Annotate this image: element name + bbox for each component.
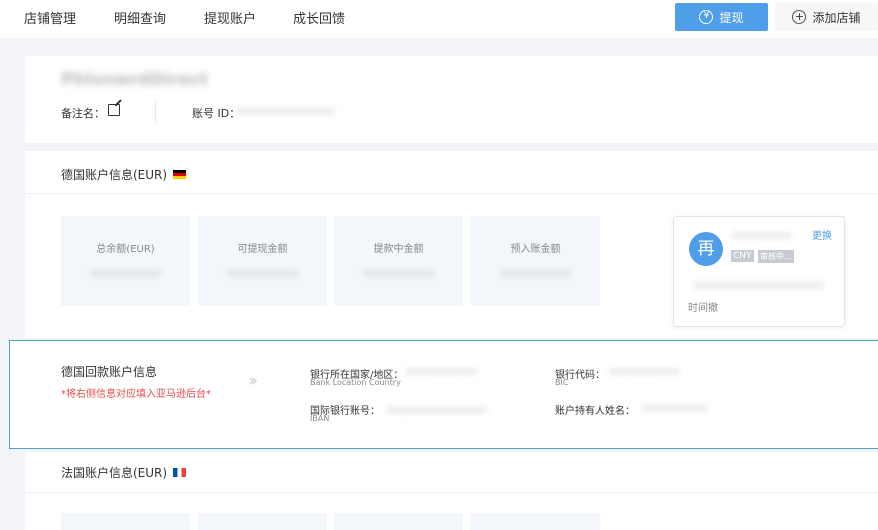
plus-circle-icon: + — [792, 10, 807, 24]
add-store-button[interactable]: + 添加店铺 — [775, 3, 878, 31]
top-nav: 店铺管理 明细查询 提现账户 成长回馈 ¥ 提现 + 添加店铺 — [0, 0, 878, 38]
stat-label: 预入账金额 — [510, 244, 561, 255]
remark-label: 备注名： — [61, 107, 105, 120]
germany-title-text: 德国账户信息(EUR) — [61, 168, 168, 182]
bank-country-sublabel: Bank Location Country — [310, 378, 401, 387]
france-stat-box — [334, 513, 463, 530]
collection-note: *将右侧信息对应填入亚马逊后台* — [61, 389, 211, 400]
withdraw-account-card: 再 更换 xxxxxxxxxx CNY 审核中... xxxxxxxxxxxxx… — [673, 216, 845, 327]
france-flag-icon — [173, 468, 187, 477]
france-stat-box — [198, 513, 327, 530]
stat-label: 提款中金额 — [373, 244, 424, 255]
germany-account-panel: 德国账户信息(EUR) 总余额(EUR) xxxxxxxxxxxx 可提现金额 … — [25, 151, 878, 338]
stat-label: 可提现金额 — [237, 244, 288, 255]
withdraw-button-label: 提现 — [719, 10, 744, 25]
france-title-text: 法国账户信息(EUR) — [61, 466, 168, 480]
bank-country-value: xxxxxxxxxxxx — [406, 366, 478, 377]
store-info-panel: PhlsnwrdDirect 备注名： 账号 ID： xxxxxxxxxxxxx… — [25, 56, 878, 143]
double-chevron-right-icon: ›› — [248, 371, 258, 391]
account-holder-value: xxxxxxxxxxx — [642, 403, 708, 414]
stat-pre-credit: 预入账金额 xxxxxxxxxxxx — [471, 216, 600, 306]
currency-badge: CNY — [731, 250, 754, 262]
collection-account-panel: 德国回款账户信息 *将右侧信息对应填入亚马逊后台* ›› 银行所在国家/地区： … — [9, 340, 878, 449]
stat-value: xxxxxxxxxxxx — [89, 268, 161, 279]
account-holder-label: 账户持有人姓名： — [555, 406, 635, 417]
iban-sublabel: IBAN — [310, 414, 330, 423]
stat-value: xxxxxxxxxxxx — [362, 268, 434, 279]
france-stat-box — [471, 513, 600, 530]
bic-sublabel: BIC — [555, 378, 569, 387]
nav-growth-rewards[interactable]: 成长回馈 — [293, 8, 345, 27]
card-time-label: 时间撤 — [688, 303, 718, 314]
stat-value: xxxxxxxxxxxx — [226, 268, 298, 279]
stat-label: 总余额(EUR) — [96, 244, 155, 255]
edit-icon[interactable] — [108, 104, 120, 116]
card-account-number: xxxxxxxxxxxxxxxxxxxxxx — [694, 280, 825, 291]
account-id-value: xxxxxxxxxxxxxxx — [237, 104, 335, 117]
change-account-link[interactable]: 更换 — [812, 227, 832, 242]
store-name: PhlsnwrdDirect — [61, 70, 208, 90]
bic-value: xxxxxxxxxxxx — [609, 366, 681, 377]
germany-flag-icon — [173, 170, 187, 179]
stat-value: xxxxxxxxxxxx — [499, 268, 571, 279]
account-id-label: 账号 ID： — [192, 107, 241, 120]
collection-title: 德国回款账户信息 — [61, 365, 158, 379]
card-holder-name: xxxxxxxxxx — [732, 230, 792, 241]
avatar: 再 — [689, 232, 723, 266]
stat-total-balance: 总余额(EUR) xxxxxxxxxxxx — [61, 216, 190, 306]
iban-value: xxxxxxxxxxxxxxxxx — [386, 405, 487, 416]
withdraw-button[interactable]: ¥ 提现 — [675, 3, 768, 31]
stat-withdrawable: 可提现金额 xxxxxxxxxxxx — [198, 216, 327, 306]
divider — [25, 492, 878, 493]
france-account-panel: 法国账户信息(EUR) — [25, 452, 878, 530]
yen-circle-icon: ¥ — [699, 10, 714, 24]
france-stat-box — [61, 513, 190, 530]
france-section-title: 法国账户信息(EUR) — [61, 464, 187, 481]
stat-withdrawing: 提款中金额 xxxxxxxxxxxx — [334, 216, 463, 306]
nav-detail-query[interactable]: 明细查询 — [114, 8, 166, 27]
nav-withdraw-account[interactable]: 提现账户 — [204, 8, 256, 27]
status-badge: 审核中... — [758, 250, 794, 263]
divider — [25, 193, 878, 194]
germany-section-title: 德国账户信息(EUR) — [61, 166, 187, 183]
divider — [155, 100, 156, 122]
add-store-button-label: 添加店铺 — [812, 10, 861, 25]
nav-store-management[interactable]: 店铺管理 — [24, 8, 76, 27]
